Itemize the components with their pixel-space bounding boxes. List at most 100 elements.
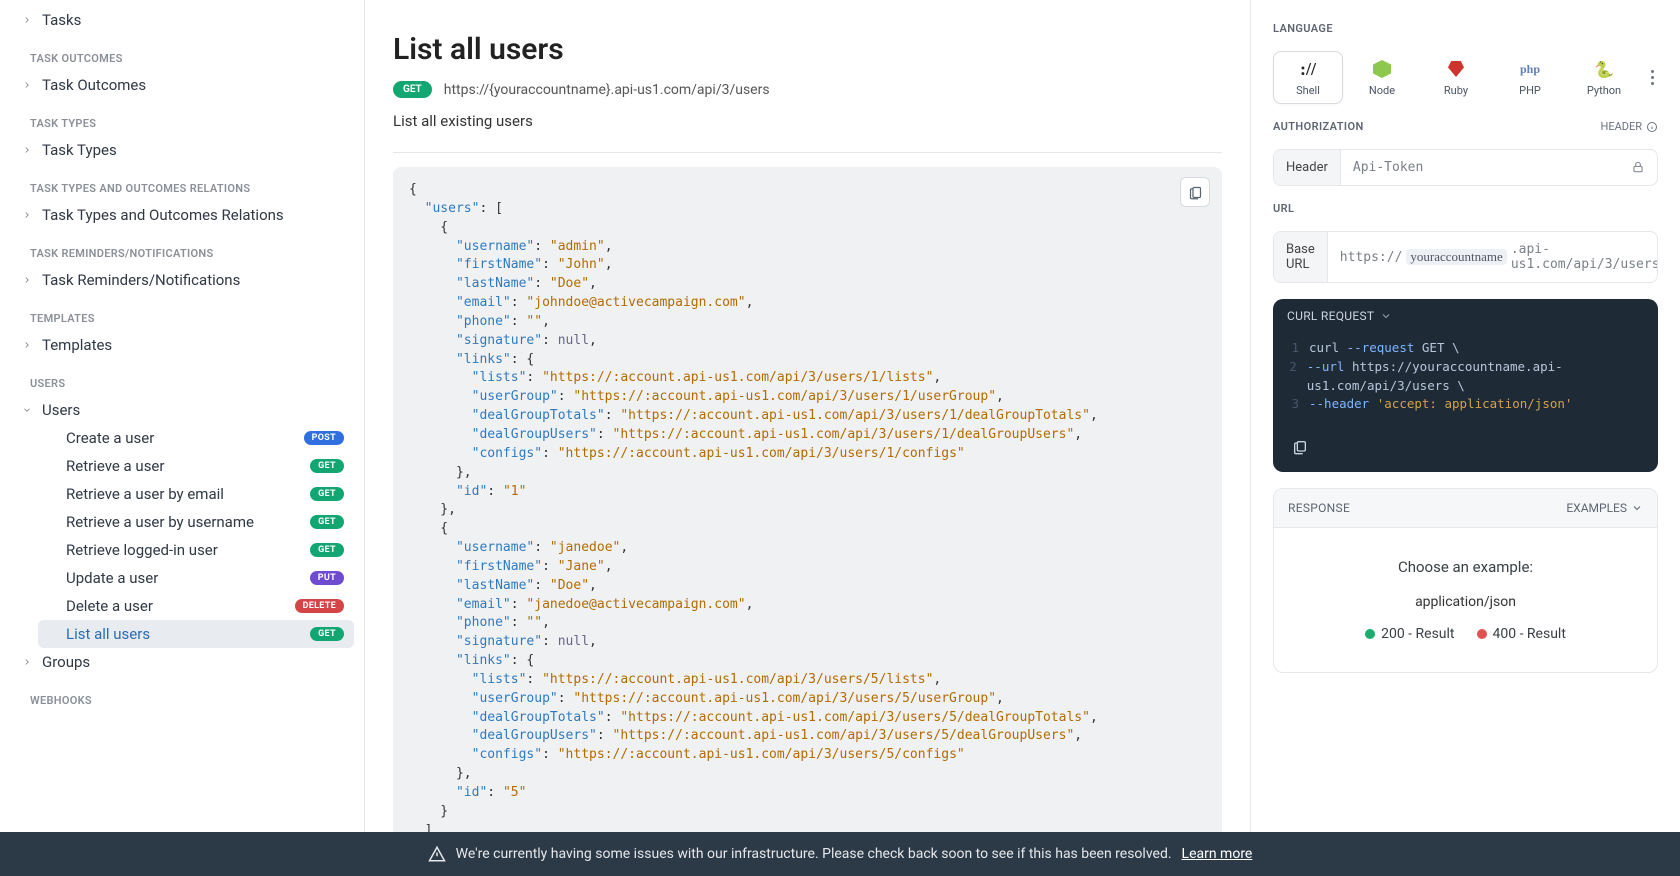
authorization-mode[interactable]: HEADER: [1600, 120, 1658, 133]
python-icon: 🐍: [1594, 58, 1614, 80]
divider: [393, 152, 1222, 153]
nav-heading: USERS: [14, 359, 354, 396]
base-url-value[interactable]: https://youraccountname.api-us1.com/api/…: [1328, 232, 1658, 282]
nav-subitem[interactable]: Retrieve a user by emailGET: [38, 480, 354, 508]
base-url-prefix: https://: [1340, 250, 1403, 265]
nav-item-label: Groups: [42, 653, 344, 671]
nav-subitem[interactable]: Delete a userDELETE: [38, 592, 354, 620]
content: List all users GET https://{youraccountn…: [365, 0, 1250, 832]
nav-item-label: Tasks: [42, 11, 344, 29]
curl-body: 1curl --request GET \2 --url https://you…: [1273, 333, 1658, 426]
nav-subitem[interactable]: Retrieve logged-in userGET: [38, 536, 354, 564]
chevron-right-icon: [20, 80, 34, 90]
nav-heading: TEMPLATES: [14, 294, 354, 331]
nav-subitem[interactable]: Retrieve a user GET: [38, 452, 354, 480]
method-badge-get: GET: [310, 459, 344, 473]
nav-item[interactable]: Templates: [14, 331, 354, 359]
method-badge-get: GET: [310, 487, 344, 501]
language-python[interactable]: 🐍 Python: [1569, 52, 1639, 103]
curl-line: 3 --header 'accept: application/json': [1287, 395, 1644, 414]
language-ruby[interactable]: Ruby: [1421, 52, 1491, 103]
chevron-down-icon: [1631, 502, 1643, 514]
nav-item[interactable]: Groups: [14, 648, 354, 676]
nav-item[interactable]: Task Types and Outcomes Relations: [14, 201, 354, 229]
base-url-input: Base URL https://youraccountname.api-us1…: [1273, 231, 1658, 283]
response-body: Choose an example: application/json 200 …: [1274, 528, 1657, 672]
nav-heading: TASK TYPES AND OUTCOMES RELATIONS: [14, 164, 354, 201]
language-shell[interactable]: :// Shell: [1273, 51, 1343, 104]
chevron-right-icon: [20, 340, 34, 350]
language-node[interactable]: Node: [1347, 52, 1417, 103]
banner-link[interactable]: Learn more: [1182, 846, 1253, 862]
response-card: RESPONSE EXAMPLES Choose an example: app…: [1273, 488, 1658, 673]
nav-item[interactable]: Task Types: [14, 136, 354, 164]
nav-heading: WEBHOOKS: [14, 676, 354, 713]
base-url-suffix: .api-us1.com/api/3/users: [1511, 242, 1658, 272]
warning-icon: [428, 845, 446, 863]
page-title: List all users: [393, 32, 1222, 67]
response-example[interactable]: 200 - Result: [1365, 626, 1454, 642]
nav-item-label: Task Outcomes: [42, 76, 344, 94]
authorization-mode-label: HEADER: [1600, 120, 1642, 133]
language-php[interactable]: php PHP: [1495, 52, 1565, 103]
header-value[interactable]: Api-Token: [1341, 150, 1619, 185]
method-badge-get: GET: [310, 627, 344, 641]
copy-icon: [1292, 439, 1308, 455]
banner-text: We're currently having some issues with …: [456, 846, 1172, 862]
shell-icon: ://: [1300, 58, 1316, 80]
clipboard-icon: [1188, 185, 1203, 200]
language-label: Shell: [1296, 84, 1320, 97]
language-label: Ruby: [1444, 84, 1468, 97]
status-dot-icon: [1365, 629, 1375, 639]
method-badge-delete: DELETE: [295, 599, 344, 613]
line-number: 3: [1287, 395, 1299, 414]
method-badge-put: PUT: [310, 571, 344, 585]
nav-item[interactable]: Task Outcomes: [14, 71, 354, 99]
curl-card: CURL REQUEST 1curl --request GET \2 --ur…: [1273, 299, 1658, 472]
curl-header[interactable]: CURL REQUEST: [1273, 299, 1658, 333]
copy-button[interactable]: [1180, 177, 1210, 207]
curl-line: 2 --url https://youraccountname.api-us1.…: [1287, 358, 1644, 396]
more-languages-button[interactable]: [1647, 70, 1658, 85]
nav-item-label: Update a user: [66, 569, 302, 587]
examples-dropdown[interactable]: EXAMPLES: [1566, 501, 1643, 515]
nav-item[interactable]: Task Reminders/Notifications: [14, 266, 354, 294]
lock-icon: [1619, 150, 1657, 185]
nav-heading: TASK TYPES: [14, 99, 354, 136]
curl-title: CURL REQUEST: [1287, 309, 1374, 323]
chevron-down-icon: [20, 405, 34, 415]
nav-subitem[interactable]: Retrieve a user by usernameGET: [38, 508, 354, 536]
nav-subitem[interactable]: List all usersGET: [38, 620, 354, 648]
nav-item-label: Task Types and Outcomes Relations: [42, 206, 344, 224]
language-label: Python: [1587, 84, 1621, 97]
main-area: List all users GET https://{youraccountn…: [365, 0, 1680, 832]
response-example-card: { "users": [ { "username": "admin", "fir…: [393, 167, 1222, 832]
response-header: RESPONSE EXAMPLES: [1274, 489, 1657, 528]
nav-heading: TASK OUTCOMES: [14, 34, 354, 71]
sidebar: Tasks TASK OUTCOMES Task Outcomes TASK TYPE…: [0, 0, 365, 832]
authorization-row: AUTHORIZATION HEADER: [1273, 120, 1658, 133]
nav-sublist: Create a userPOSTRetrieve a userGETRetri…: [14, 424, 354, 648]
curl-copy-button[interactable]: [1287, 436, 1313, 458]
nav-item-label: Retrieve logged-in user: [66, 541, 302, 559]
content-type: application/json: [1288, 594, 1643, 610]
response-example[interactable]: 400 - Result: [1477, 626, 1566, 642]
nav-item-label: Retrieve a user: [66, 457, 302, 475]
chevron-right-icon: [20, 275, 34, 285]
json-code: { "users": [ { "username": "admin", "fir…: [409, 181, 1206, 832]
nav-subitem[interactable]: Create a userPOST: [38, 424, 354, 452]
line-number: 1: [1287, 339, 1299, 358]
curl-line: 1curl --request GET \: [1287, 339, 1644, 358]
nav-subitem[interactable]: Update a user PUT: [38, 564, 354, 592]
choose-example-hint: Choose an example:: [1288, 558, 1643, 576]
info-icon: [1646, 121, 1658, 133]
nav-item[interactable]: Tasks: [14, 6, 354, 34]
language-label: PHP: [1519, 84, 1541, 97]
endpoint-line: GET https://{youraccountname}.api-us1.co…: [393, 81, 1222, 98]
endpoint-url: https://{youraccountname}.api-us1.com/ap…: [444, 82, 770, 98]
nav-item[interactable]: Users: [14, 396, 354, 424]
chevron-right-icon: [20, 657, 34, 667]
php-icon: php: [1520, 58, 1540, 80]
line-number: 2: [1287, 358, 1297, 396]
ruby-icon: [1448, 58, 1464, 80]
